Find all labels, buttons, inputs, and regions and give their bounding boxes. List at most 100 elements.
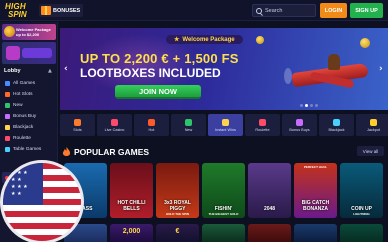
bonuses-label: BONUSES <box>53 7 81 14</box>
new-icon <box>5 103 10 108</box>
roulette-icon <box>5 136 10 141</box>
category-tabs: Slots Live Casino Hot New Instant Wins Roulet… <box>60 114 388 136</box>
sidebar-item-label: Blackjack <box>13 125 34 130</box>
game-title: 2,000 <box>122 228 141 235</box>
tab-label: Slots <box>73 127 82 132</box>
tab-icon <box>222 118 229 126</box>
tab-instant-wins[interactable]: Instant Wins <box>208 114 243 136</box>
sidebar-item-all-games[interactable]: All Games <box>2 78 56 89</box>
game-tile[interactable] <box>340 224 383 242</box>
logo[interactable]: HIGH SPIN <box>3 2 35 19</box>
game-title: € <box>175 228 180 235</box>
game-title: HOT CHILLI BELLS <box>117 200 146 212</box>
tab-slots[interactable]: Slots <box>60 114 95 136</box>
game-tile[interactable]: COIN UP LIGHTNING <box>340 163 383 218</box>
sidebar-item-label: All Games <box>13 81 36 86</box>
fire-icon <box>5 92 10 97</box>
coin-icon <box>4 26 15 37</box>
game-tile[interactable]: 2048 <box>248 163 291 218</box>
welcome-badge: ★ Welcome Package <box>166 35 243 44</box>
table-icon <box>5 147 10 152</box>
game-tile[interactable]: 2,000 <box>110 224 153 242</box>
us-flag-icon[interactable] <box>0 160 84 242</box>
sidebar-item-new[interactable]: New <box>2 100 56 111</box>
tab-jackpot[interactable]: Jackpot <box>356 114 388 136</box>
game-title: 3x3 ROYAL PIGGY <box>164 200 191 212</box>
join-now-button[interactable]: JOIN NOW <box>115 85 201 99</box>
tab-hot[interactable]: Hot <box>134 114 169 136</box>
hero-banner[interactable]: ★ Welcome Package UP TO 2,200 € + 1,500 … <box>60 28 388 110</box>
tab-new[interactable]: New <box>171 114 206 136</box>
game-tile[interactable]: HOT CHILLI BELLS <box>110 163 153 218</box>
bonus-icon <box>5 114 10 119</box>
tab-icon <box>296 118 303 126</box>
game-title: BIG CATCH BONANZA <box>301 200 330 212</box>
tab-bonus-buys[interactable]: Bonus Buys <box>282 114 317 136</box>
tab-label: Jackpot <box>366 127 381 132</box>
game-title: 2048 <box>263 205 276 212</box>
sidebar-item-label: Roulette <box>13 136 31 141</box>
search-input[interactable] <box>265 7 315 14</box>
coin-icon <box>256 36 264 44</box>
sidebar-promo-banner[interactable]: Welcome Package up to $2,200 <box>2 24 56 40</box>
banner-pagination[interactable] <box>300 104 318 107</box>
sidebar-item-label: Table Games <box>13 147 42 152</box>
sidebar-item-hot-slots[interactable]: Hot Slots <box>2 89 56 100</box>
pagination-dot[interactable] <box>300 104 303 107</box>
logo-text-bottom: SPIN <box>8 10 27 19</box>
sidebar-item-roulette[interactable]: Roulette <box>2 133 56 144</box>
tab-label: New <box>184 127 193 132</box>
popular-games-row: BASS HOT CHILLI BELLS 3x3 ROYAL PIGGY HOLD … <box>64 163 383 218</box>
chevron-up-icon[interactable]: ▲ <box>48 68 52 74</box>
page: HIGH SPIN BONUSES LOGIN SIGN UP Welcome … <box>0 0 388 242</box>
tab-live-casino[interactable]: Live Casino <box>97 114 132 136</box>
tab-roulette[interactable]: Roulette <box>245 114 280 136</box>
star-icon: ★ <box>174 37 180 43</box>
pagination-dot[interactable] <box>310 104 313 107</box>
welcome-badge-label: Welcome Package <box>182 36 235 43</box>
game-tile[interactable] <box>294 224 337 242</box>
sidebar-item-bonus-buy[interactable]: Bonus Buy <box>2 111 56 122</box>
sidebar-item-blackjack[interactable]: Blackjack <box>2 122 56 133</box>
tab-icon <box>185 118 192 126</box>
banner-prev-arrow[interactable]: ‹ <box>64 64 68 74</box>
game-subtitle: THE BIGGEST GOLD <box>208 212 239 216</box>
game-tile[interactable] <box>202 224 245 242</box>
view-all-button[interactable]: View all <box>357 146 384 156</box>
sidebar-section-title[interactable]: Lobby <box>4 68 21 74</box>
plane-illustration <box>282 50 372 94</box>
sidebar-item-label: New <box>13 103 23 108</box>
tab-label: Instant Wins <box>215 127 236 132</box>
game-subtitle: HOLD THE SPIN <box>165 212 190 216</box>
game-tag: PERFECT HAUL <box>303 165 328 169</box>
tab-blackjack[interactable]: Blackjack <box>319 114 354 136</box>
banner-subline: LOOTBOXES INCLUDED <box>80 66 221 80</box>
pagination-dot[interactable] <box>305 104 308 107</box>
coin-icon <box>360 38 370 48</box>
search-icon <box>256 7 262 14</box>
login-button[interactable]: LOGIN <box>320 3 347 18</box>
pagination-dot[interactable] <box>315 104 318 107</box>
game-tile[interactable]: FISHIN' THE BIGGEST GOLD <box>202 163 245 218</box>
signup-button[interactable]: SIGN UP <box>350 3 383 18</box>
game-tile[interactable] <box>248 224 291 242</box>
tab-label: Hot <box>148 127 155 132</box>
tab-icon <box>333 118 340 126</box>
top-bar: HIGH SPIN BONUSES LOGIN SIGN UP <box>0 0 388 21</box>
game-tile[interactable]: PERFECT HAUL BIG CATCH BONANZA <box>294 163 337 218</box>
tab-label: Bonus Buys <box>289 127 310 132</box>
sidebar-menu: All Games Hot Slots New Bonus Buy Blackjack R… <box>2 78 56 155</box>
tab-label: Roulette <box>255 127 270 132</box>
search-box[interactable] <box>252 4 316 17</box>
sidebar-promo-lootbox[interactable] <box>2 42 56 64</box>
game-tile[interactable]: 3x3 ROYAL PIGGY HOLD THE SPIN <box>156 163 199 218</box>
bonuses-button[interactable]: BONUSES <box>39 4 84 17</box>
gift-icon <box>41 6 51 15</box>
tab-label: Blackjack <box>328 127 345 132</box>
game-tile[interactable]: € <box>156 224 199 242</box>
banner-headline: UP TO 2,200 € + 1,500 FS <box>80 51 239 66</box>
sidebar-item-table-games[interactable]: Table Games <box>2 144 56 155</box>
game-subtitle: LIGHTNING <box>353 212 370 216</box>
banner-next-arrow[interactable]: › <box>379 64 383 74</box>
pilot-character <box>328 54 340 70</box>
